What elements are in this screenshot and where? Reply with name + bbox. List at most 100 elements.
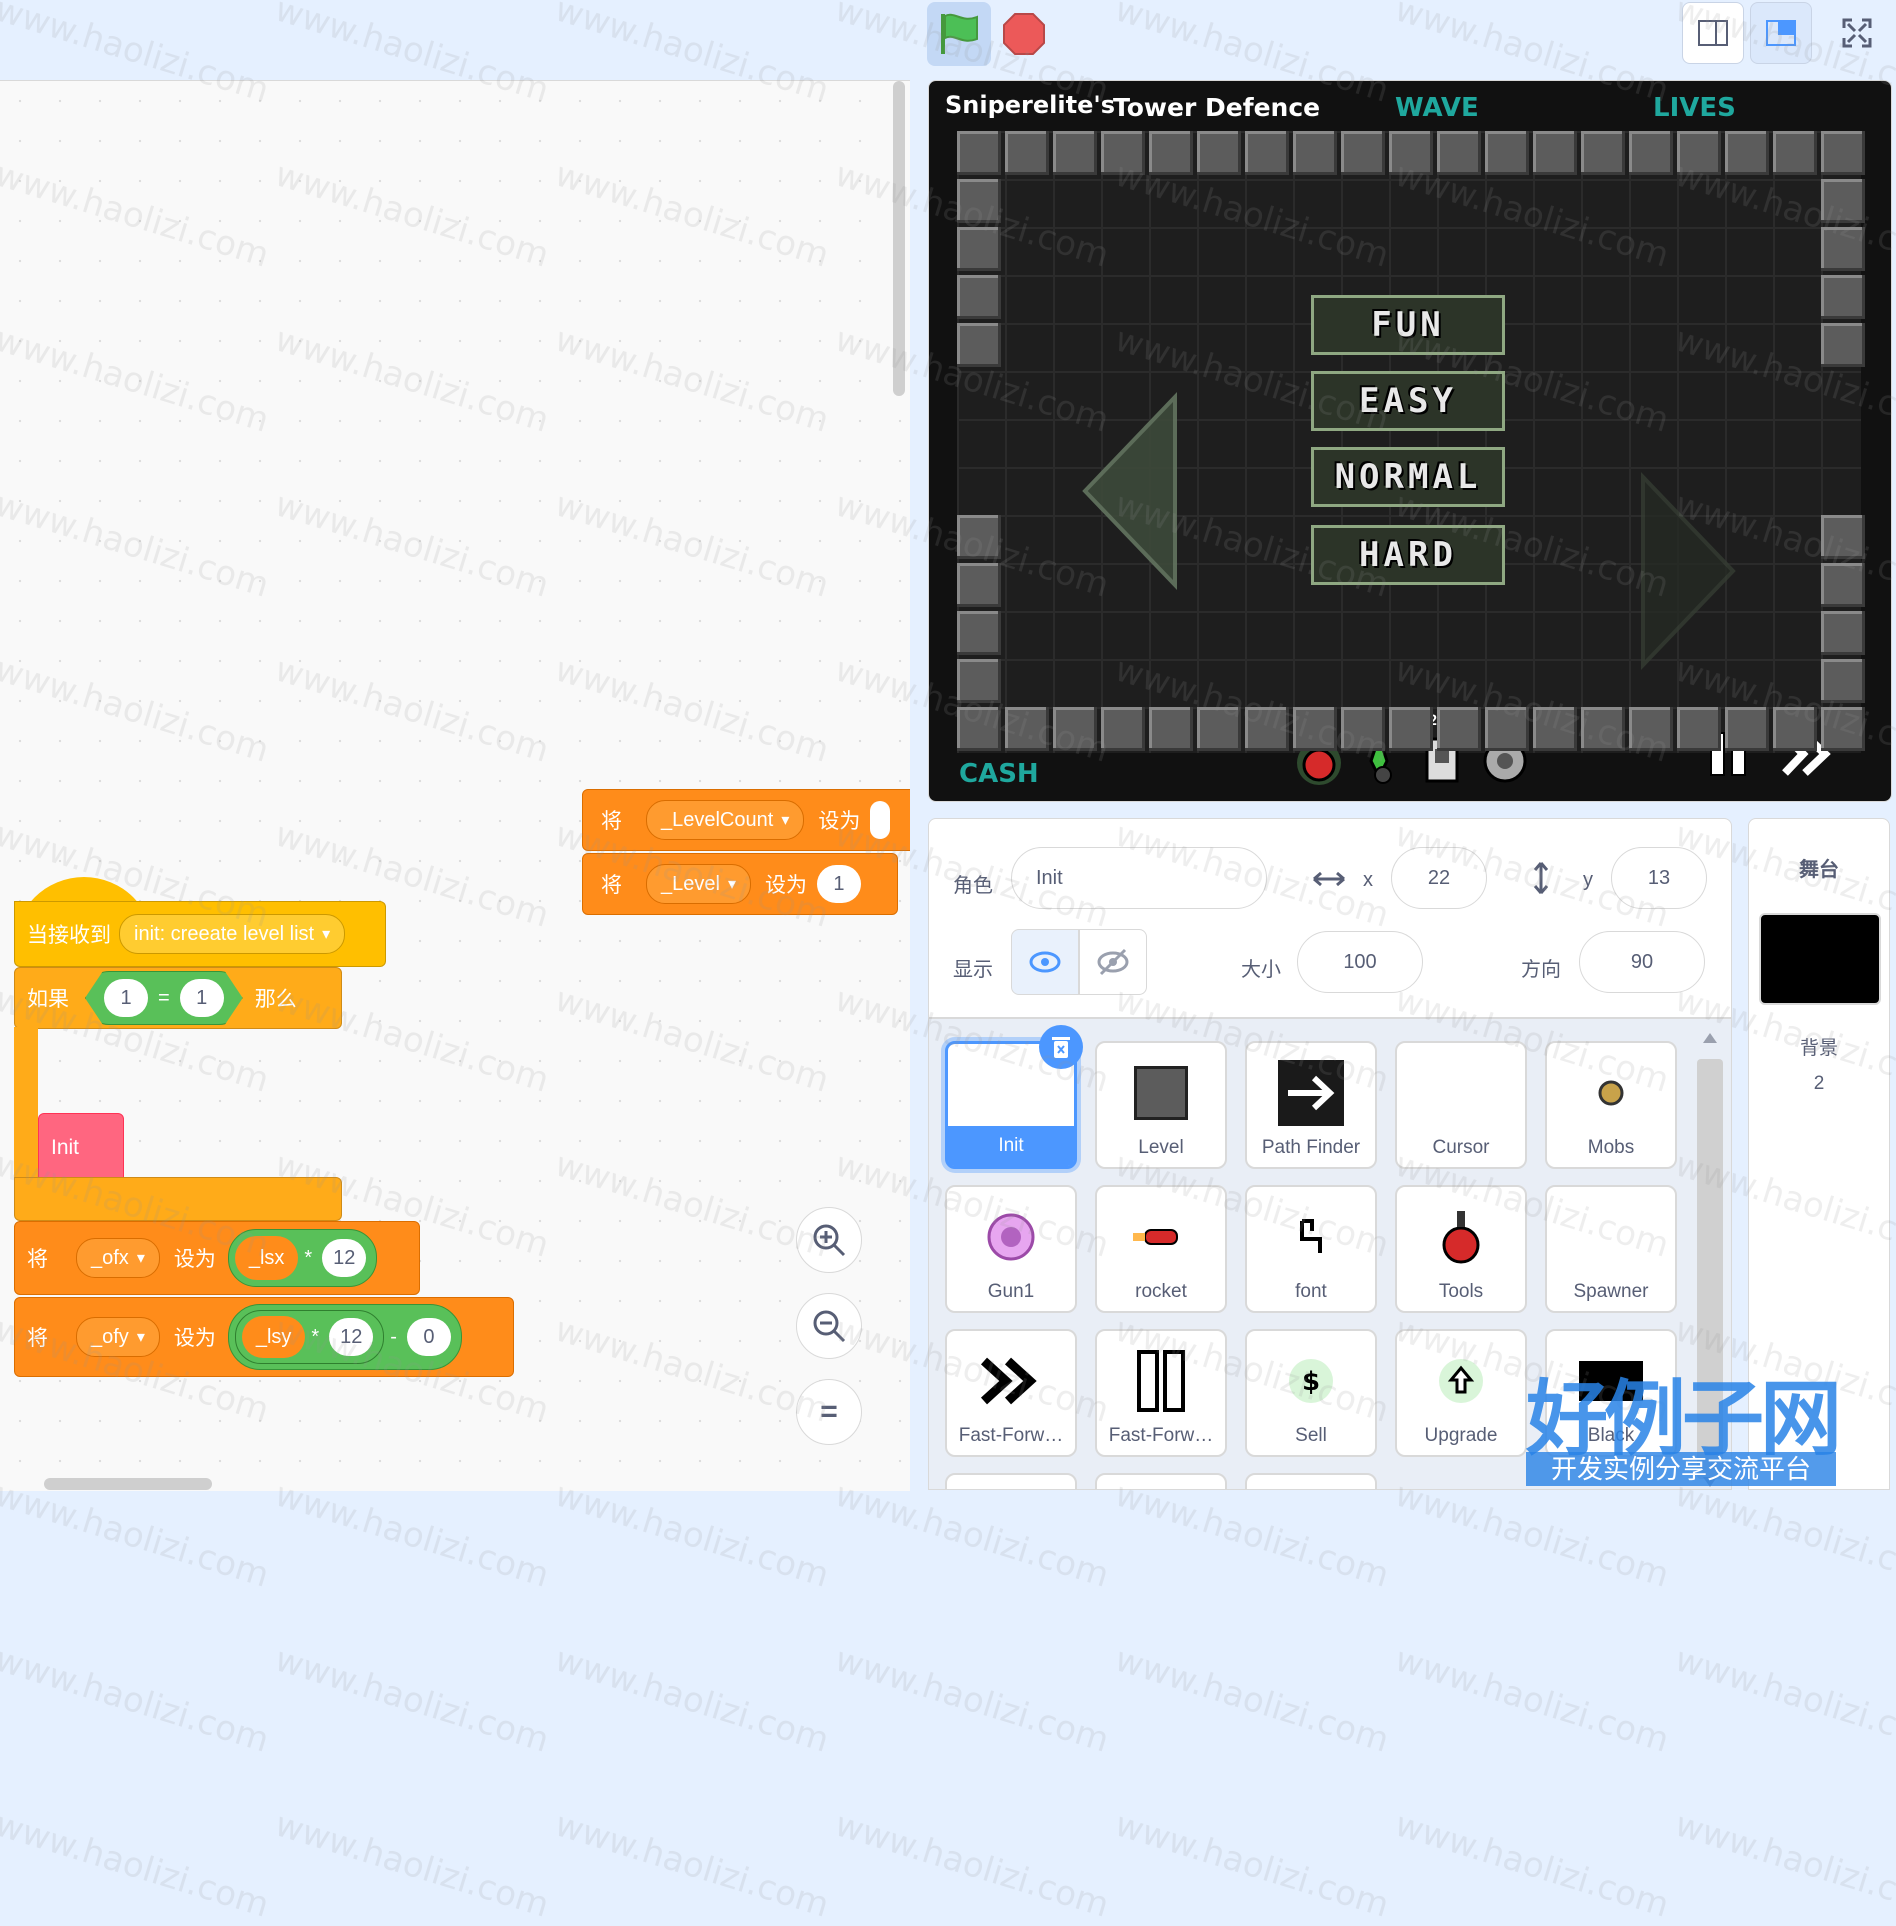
wall-tile — [957, 179, 1001, 223]
sprite-card-level[interactable]: Level — [1095, 1041, 1227, 1169]
scroll-up-icon[interactable] — [1701, 1031, 1719, 1045]
value-input[interactable]: 1 — [816, 865, 861, 903]
when-receive-hat-block[interactable]: 当接收到 init: creeate level list — [14, 901, 386, 967]
x-position-icon — [1313, 871, 1345, 887]
set-levelcount-block[interactable]: 将 _LevelCount 设为 — [582, 789, 910, 851]
game-title-right: Tower Defence — [1113, 93, 1321, 122]
difficulty-hard-button[interactable]: HARD — [1311, 525, 1505, 585]
lsx-reporter[interactable]: _lsx — [234, 1236, 299, 1280]
sprite-card-rocket[interactable]: rocket — [1095, 1185, 1227, 1313]
condition-left-input[interactable]: 1 — [104, 979, 148, 1017]
wall-tile — [1101, 707, 1145, 751]
stage-canvas[interactable]: Sniperelite's Tower Defence WAVE LIVES C… — [928, 80, 1892, 802]
sprite-card[interactable] — [945, 1473, 1077, 1489]
sprite-card-cursor[interactable]: Cursor — [1395, 1041, 1527, 1169]
y-field[interactable]: 13 — [1611, 847, 1707, 909]
sprite-card-name: font — [1295, 1281, 1327, 1302]
sprite-thumbnail — [1397, 1199, 1525, 1275]
value-input[interactable] — [870, 801, 891, 839]
direction-field[interactable]: 90 — [1579, 931, 1705, 993]
condition-right-input[interactable]: 1 — [180, 979, 224, 1017]
variable-dropdown[interactable]: _ofy — [76, 1317, 160, 1357]
watermark-text: www.haolizi.com — [0, 1639, 274, 1761]
green-flag-button[interactable] — [927, 2, 991, 66]
variable-dropdown[interactable]: _ofx — [76, 1238, 160, 1278]
sprite-card-upgrade[interactable]: Upgrade — [1395, 1329, 1527, 1457]
show-label: 显示 — [953, 959, 993, 981]
sprite-card-fast-forward-1[interactable]: Fast-Forw… — [945, 1329, 1077, 1457]
message-dropdown[interactable]: init: creeate level list — [119, 914, 346, 954]
small-stage-icon — [1698, 20, 1728, 46]
wall-tile — [1677, 131, 1721, 175]
sprite-card-fast-forward-2[interactable]: Fast-Forw… — [1095, 1329, 1227, 1457]
sprite-card-sell[interactable]: $ Sell — [1245, 1329, 1377, 1457]
zoom-reset-button[interactable]: = — [796, 1379, 862, 1445]
watermark-text: www.haolizi.com — [0, 1804, 274, 1926]
sprite-card-path-finder[interactable]: Path Finder — [1245, 1041, 1377, 1169]
code-vertical-scrollbar[interactable] — [893, 81, 905, 396]
sprite-card[interactable] — [1095, 1473, 1227, 1489]
stop-button[interactable] — [1000, 10, 1048, 58]
multiply-value-input[interactable]: 12 — [322, 1239, 367, 1277]
wall-tile — [957, 707, 1001, 751]
sprite-card-name: Fast-Forw… — [958, 1425, 1064, 1446]
difficulty-normal-button[interactable]: NORMAL — [1311, 447, 1505, 507]
sprite-card-font[interactable]: font — [1245, 1185, 1377, 1313]
zoom-in-button[interactable] — [796, 1207, 862, 1273]
set-ofx-block[interactable]: 将 _ofx 设为 _lsx * 12 — [14, 1221, 420, 1295]
small-stage-button[interactable] — [1682, 2, 1744, 64]
size-field[interactable]: 100 — [1297, 931, 1423, 993]
zoom-out-icon — [813, 1310, 846, 1343]
sprite-card-mobs[interactable]: Mobs — [1545, 1041, 1677, 1169]
watermark-text: www.haolizi.com — [550, 1639, 834, 1761]
sprite-card-name: Mobs — [1587, 1137, 1635, 1158]
difficulty-easy-button[interactable]: EASY — [1311, 371, 1505, 431]
show-visible-button[interactable] — [1011, 929, 1079, 995]
if-block[interactable]: 如果 1 = 1 那么 — [14, 967, 342, 1029]
game-title-left: Sniperelite's — [945, 91, 1116, 119]
equals-condition[interactable]: 1 = 1 — [85, 971, 243, 1025]
sprite-card[interactable] — [1245, 1473, 1377, 1489]
sprite-name-field[interactable]: Init — [1011, 847, 1267, 909]
sprite-card-gun1[interactable]: Gun1 — [945, 1185, 1077, 1313]
difficulty-fun-button[interactable]: FUN — [1311, 295, 1505, 355]
zoom-out-button[interactable] — [796, 1293, 862, 1359]
normal-stage-button[interactable] — [1750, 2, 1812, 64]
subtract-operator[interactable]: _lsy * 12 - 0 — [227, 1304, 462, 1370]
wall-tile — [1821, 179, 1865, 223]
left-arrow-icon[interactable] — [1079, 391, 1179, 591]
wall-tile — [1053, 131, 1097, 175]
delete-sprite-button[interactable] — [1039, 1025, 1083, 1069]
show-hidden-button[interactable] — [1079, 929, 1147, 995]
stage-thumbnail[interactable] — [1759, 913, 1881, 1005]
watermark-text: www.haolizi.com — [830, 1474, 1114, 1596]
sprite-card-tools[interactable]: Tools — [1395, 1185, 1527, 1313]
multiply-operator[interactable]: _lsy * 12 — [234, 1310, 385, 1364]
set-ofy-block[interactable]: 将 _ofy 设为 _lsy * 12 - 0 — [14, 1297, 514, 1377]
set-level-block[interactable]: 将 _Level 设为 1 — [582, 853, 898, 915]
hat-label: 当接收到 — [27, 924, 111, 947]
wall-tile — [1821, 659, 1865, 703]
fullscreen-button[interactable] — [1826, 2, 1888, 64]
lsy-reporter[interactable]: _lsy — [241, 1316, 306, 1358]
code-workspace[interactable]: 将 _LevelCount 设为 将 _Level 设为 1 当接收到 init… — [0, 80, 910, 1491]
wall-tile — [1821, 131, 1865, 175]
watermark-text: www.haolizi.com — [0, 1474, 274, 1596]
x-field[interactable]: 22 — [1391, 847, 1487, 909]
wall-tile — [1005, 707, 1049, 751]
multiply-operator[interactable]: _lsx * 12 — [227, 1229, 378, 1287]
subtract-value-input[interactable]: 0 — [406, 1318, 451, 1356]
init-procedure-call[interactable]: Init — [38, 1113, 124, 1183]
right-arrow-icon[interactable] — [1639, 471, 1739, 671]
code-horizontal-scrollbar[interactable] — [44, 1478, 212, 1490]
zoom-reset-icon: = — [820, 1395, 838, 1428]
watermark-text: www.haolizi.com — [1670, 1639, 1896, 1761]
operator-symbol: - — [390, 1325, 397, 1348]
wall-tile — [1629, 131, 1673, 175]
variable-dropdown[interactable]: _LevelCount — [646, 800, 805, 840]
sprite-thumbnail — [1547, 1199, 1675, 1275]
sprite-card-spawner[interactable]: Spawner — [1545, 1185, 1677, 1313]
variable-dropdown[interactable]: _Level — [646, 864, 751, 904]
watermark-text: www.haolizi.com — [830, 1804, 1114, 1926]
multiply-value-input[interactable]: 12 — [329, 1318, 374, 1356]
